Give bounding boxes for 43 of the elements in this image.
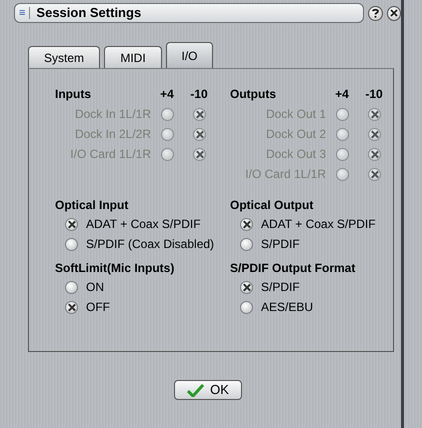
tab[interactable]: System xyxy=(28,46,100,68)
option-label: S/PDIF xyxy=(261,279,300,296)
close-icon xyxy=(390,9,398,17)
row-label: Dock Out 2 xyxy=(264,126,326,143)
row-label: Dock Out 3 xyxy=(264,146,326,163)
tab[interactable]: MIDI xyxy=(104,46,162,68)
option-label: S/PDIF (Coax Disabled) xyxy=(86,236,214,253)
radio-button[interactable] xyxy=(65,280,78,294)
radio-button[interactable] xyxy=(240,238,253,250)
option-label: ON xyxy=(86,279,104,296)
window-title: Session Settings xyxy=(36,4,142,22)
tab[interactable]: I/O xyxy=(166,42,213,68)
section-heading: Inputs xyxy=(55,86,92,103)
option-label: AES/EBU xyxy=(261,299,314,316)
checkmark-icon xyxy=(187,384,204,396)
column-heading: +4 xyxy=(159,86,175,103)
radio-button[interactable] xyxy=(65,218,78,230)
column-heading: -10 xyxy=(189,86,209,103)
option-label: OFF xyxy=(86,299,110,316)
group-heading: Optical Input xyxy=(55,197,130,214)
group-heading: S/PDIF Output Format xyxy=(230,260,356,277)
group-heading: SoftLimit(Mic Inputs) xyxy=(55,260,176,277)
row-label: Dock In 1L/1R xyxy=(74,106,151,123)
radio-button[interactable] xyxy=(240,280,253,294)
column-heading: -10 xyxy=(364,86,384,103)
row-label: Dock Out 1 xyxy=(264,106,326,123)
radio-button[interactable] xyxy=(65,300,78,314)
row-label: I/O Card 1L/1R xyxy=(244,166,326,183)
row-label: Dock In 2L/2R xyxy=(74,126,151,143)
close-button[interactable] xyxy=(386,6,401,20)
ok-button[interactable]: OK xyxy=(174,380,242,400)
row-label: I/O Card 1L/1R xyxy=(69,146,151,163)
option-label: S/PDIF xyxy=(261,236,300,253)
radio-button[interactable] xyxy=(65,238,78,250)
question-mark-icon xyxy=(370,8,380,18)
option-label: ADAT + Coax S/PDIF xyxy=(86,216,201,233)
section-heading: Outputs xyxy=(230,86,277,103)
option-label: ADAT + Coax S/PDIF xyxy=(261,216,376,233)
column-heading: +4 xyxy=(334,86,350,103)
help-button[interactable] xyxy=(368,6,382,20)
radio-button[interactable] xyxy=(240,218,253,230)
radio-button[interactable] xyxy=(240,300,253,314)
group-heading: Optical Output xyxy=(230,197,314,214)
